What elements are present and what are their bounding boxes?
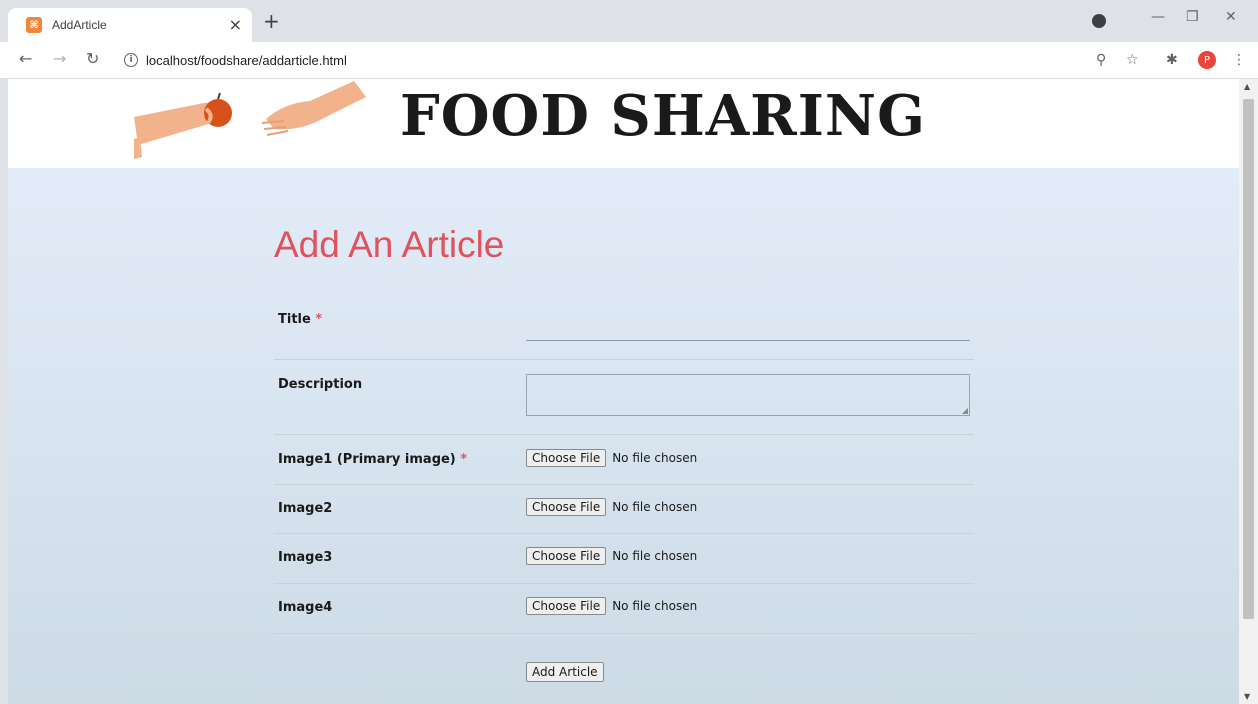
file-status: No file chosen: [612, 599, 698, 613]
site-header: FOOD SHARING: [8, 79, 1239, 168]
choose-file-button[interactable]: Choose File: [526, 597, 607, 615]
image1-row: Image1 (Primary image) * Choose File No …: [274, 435, 974, 485]
title-input[interactable]: [526, 340, 970, 341]
page-viewport: FOOD SHARING Add An Article Title * Desc…: [8, 79, 1239, 704]
minimize-icon[interactable]: —: [1151, 9, 1165, 25]
menu-icon[interactable]: ⋮: [1232, 52, 1246, 68]
scroll-thumb[interactable]: [1243, 99, 1254, 619]
browser-toolbar: ← → ↻ i localhost/foodshare/addarticle.h…: [0, 42, 1258, 79]
tab-bar: ⌘ AddArticle × + — ❐ ✕: [0, 0, 1258, 42]
choose-file-button[interactable]: Choose File: [526, 547, 607, 565]
browser-tab[interactable]: ⌘ AddArticle ×: [8, 8, 252, 42]
image2-file-input[interactable]: Choose File No file chosen: [526, 498, 697, 516]
image1-label: Image1 (Primary image) *: [278, 452, 468, 467]
food-sharing-hands-icon: [134, 81, 366, 159]
page-scrollbar[interactable]: ▲ ▼: [1239, 79, 1258, 704]
info-icon[interactable]: i: [124, 53, 138, 67]
file-status: No file chosen: [612, 500, 698, 514]
new-tab-icon[interactable]: +: [263, 10, 280, 32]
avatar[interactable]: P: [1198, 51, 1216, 69]
main-content: Add An Article Title * Description ◢ Ima…: [8, 168, 1239, 704]
image2-row: Image2 Choose File No file chosen: [274, 485, 974, 534]
title-row: Title *: [274, 290, 974, 360]
reload-icon[interactable]: ↻: [86, 50, 99, 68]
image4-file-input[interactable]: Choose File No file chosen: [526, 597, 697, 615]
add-article-form: Title * Description ◢ Image1 (Primary im…: [274, 290, 974, 634]
tab-close-icon[interactable]: ×: [229, 16, 242, 34]
choose-file-button[interactable]: Choose File: [526, 449, 607, 467]
description-row: Description ◢: [274, 360, 974, 435]
image3-row: Image3 Choose File No file chosen: [274, 534, 974, 584]
restore-icon[interactable]: ❐: [1186, 9, 1199, 25]
image4-label: Image4: [278, 600, 333, 615]
image3-file-input[interactable]: Choose File No file chosen: [526, 547, 697, 565]
xampp-favicon-icon: ⌘: [26, 17, 42, 33]
url-text[interactable]: localhost/foodshare/addarticle.html: [146, 53, 347, 68]
choose-file-button[interactable]: Choose File: [526, 498, 607, 516]
description-textarea[interactable]: ◢: [526, 374, 970, 416]
tab-title: AddArticle: [52, 18, 107, 32]
add-article-button[interactable]: Add Article: [526, 662, 604, 682]
back-icon[interactable]: ←: [19, 50, 32, 68]
resize-handle-icon[interactable]: ◢: [962, 406, 968, 415]
description-label: Description: [278, 377, 363, 392]
page-title: Add An Article: [274, 224, 505, 265]
image1-file-input[interactable]: Choose File No file chosen: [526, 449, 697, 467]
scroll-down-icon[interactable]: ▼: [1244, 692, 1250, 701]
image4-row: Image4 Choose File No file chosen: [274, 584, 974, 634]
file-status: No file chosen: [612, 451, 698, 465]
close-window-icon[interactable]: ✕: [1225, 9, 1237, 25]
browser-profile-icon[interactable]: [1092, 14, 1106, 28]
address-bar[interactable]: i localhost/foodshare/addarticle.html: [116, 46, 1156, 74]
title-label: Title *: [278, 312, 323, 327]
extensions-icon[interactable]: ✱: [1166, 52, 1178, 68]
scroll-up-icon[interactable]: ▲: [1244, 82, 1250, 91]
site-title: FOOD SHARING: [400, 83, 926, 149]
forward-icon[interactable]: →: [53, 50, 66, 68]
image3-label: Image3: [278, 550, 333, 565]
image2-label: Image2: [278, 501, 333, 516]
file-status: No file chosen: [612, 549, 698, 563]
star-icon[interactable]: ☆: [1126, 52, 1139, 68]
zoom-icon[interactable]: ⚲: [1096, 52, 1106, 68]
